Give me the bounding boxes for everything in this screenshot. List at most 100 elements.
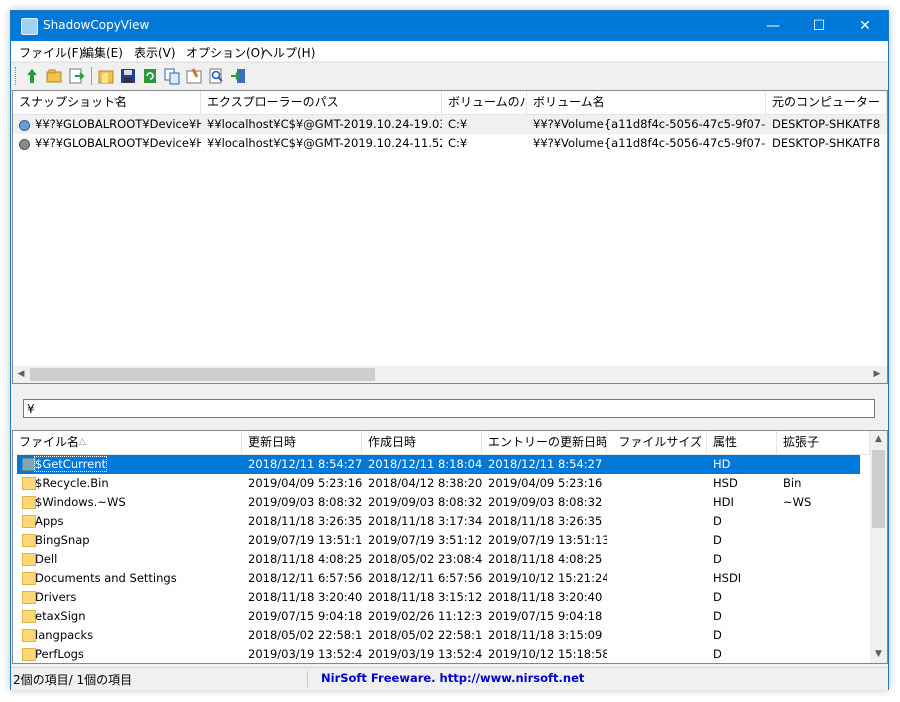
save-icon[interactable] <box>119 67 137 85</box>
table-row[interactable]: Drivers 2018/11/18 3:20:40 2018/11/18 3:15… <box>17 588 860 607</box>
col-modified[interactable]: 更新日時 <box>242 431 362 454</box>
scroll-down-icon[interactable]: ▼ <box>872 649 885 659</box>
copy-icon[interactable] <box>163 67 181 85</box>
extension-cell: ~WS <box>777 493 870 512</box>
created-cell-text: 2018/05/02 22:58:15 <box>368 628 482 642</box>
table-row[interactable]: $Recycle.Bin 2019/04/09 5:23:16 2018/04/12… <box>17 474 860 493</box>
col-explorer-path[interactable]: エクスプローラーのパス <box>201 91 442 114</box>
close-button[interactable]: ✕ <box>842 11 888 41</box>
modified-cell: 2019/04/09 5:23:16 <box>242 474 362 493</box>
attributes-cell-text: D <box>713 628 722 642</box>
table-row[interactable]: BingSnap 2019/07/19 13:51:13 2019/07/19 3:… <box>17 531 860 550</box>
file-name-cell: Dell <box>29 550 242 569</box>
scroll-thumb[interactable] <box>872 450 885 528</box>
maximize-button[interactable]: ☐ <box>796 11 842 41</box>
extension-cell <box>777 607 870 626</box>
snapshot-row[interactable]: ¥¥?¥GLOBALROOT¥Device¥H... ¥¥localhost¥C… <box>13 115 887 134</box>
title-bar[interactable]: ShadowCopyView — ☐ ✕ <box>11 11 888 41</box>
col-snapshot-name[interactable]: スナップショット名 ▽ <box>13 91 201 114</box>
modified-cell-text: 2018/11/18 3:20:40 <box>248 590 362 604</box>
folder-icon[interactable] <box>97 67 115 85</box>
attributes-cell: HSD <box>707 474 777 493</box>
file-size-cell <box>607 550 707 569</box>
file-vscrollbar[interactable]: ▲ ▼ <box>870 431 887 663</box>
snapshot-row[interactable]: ¥¥?¥GLOBALROOT¥Device¥H... ¥¥localhost¥C… <box>13 134 887 153</box>
open-icon[interactable] <box>45 67 63 85</box>
nirsoft-link[interactable]: NirSoft Freeware. http://www.nirsoft.net <box>321 671 584 685</box>
col-attributes[interactable]: 属性 <box>707 431 777 454</box>
window-title: ShadowCopyView <box>43 18 150 32</box>
table-row[interactable]: langpacks 2018/05/02 22:58:15 2018/05/02 2… <box>17 626 860 645</box>
explorer-path-cell: ¥¥localhost¥C$¥@GMT-2019.10.24-11.52.56 <box>207 136 442 150</box>
modified-cell: 2019/03/19 13:52:43 <box>242 645 362 663</box>
up-folder-icon[interactable] <box>23 67 41 85</box>
attributes-cell-text: HD <box>713 457 731 471</box>
file-name-cell-text: Documents and Settings <box>35 571 177 585</box>
extension-cell <box>777 626 870 645</box>
attributes-cell: HD <box>707 455 777 474</box>
extension-cell <box>777 645 870 663</box>
col-file-name[interactable]: ファイル名 △ <box>13 431 242 454</box>
file-size-cell <box>607 474 707 493</box>
find-icon[interactable] <box>207 67 225 85</box>
modified-cell-text: 2018/12/11 6:57:56 <box>248 571 362 585</box>
file-list[interactable]: ファイル名 △ 更新日時 作成日時 エントリーの更新日時 ファイルサイズ 属性 拡… <box>12 430 888 664</box>
col-file-size[interactable]: ファイルサイズ <box>607 431 707 454</box>
table-row[interactable]: $Windows.~WS 2019/09/03 8:08:32 2019/09/03… <box>17 493 860 512</box>
col-entry-modified[interactable]: エントリーの更新日時 <box>482 431 607 454</box>
scroll-up-icon[interactable]: ▲ <box>872 434 885 444</box>
created-cell-text: 2018/12/11 6:57:56 <box>368 571 482 585</box>
menu-help[interactable]: ヘルプ(H) <box>261 44 315 61</box>
created-cell-text: 2018/12/11 8:18:04 <box>368 457 482 471</box>
attributes-cell: D <box>707 588 777 607</box>
minimize-button[interactable]: — <box>750 11 796 41</box>
toolbar <box>11 62 888 91</box>
modified-cell-text: 2018/11/18 3:26:35 <box>248 514 362 528</box>
attributes-cell: D <box>707 645 777 663</box>
table-row[interactable]: PerfLogs 2019/03/19 13:52:43 2019/03/19 13… <box>17 645 860 663</box>
attributes-cell: HDI <box>707 493 777 512</box>
menu-file[interactable]: ファイル(F) <box>19 44 83 61</box>
scroll-thumb[interactable] <box>30 368 375 381</box>
col-extension[interactable]: 拡張子 <box>777 431 870 454</box>
attributes-cell: D <box>707 512 777 531</box>
export-icon[interactable] <box>67 67 85 85</box>
entry-modified-cell: 2018/11/18 4:08:25 <box>482 550 607 569</box>
menu-options[interactable]: オプション(O) <box>186 44 265 61</box>
file-name-cell: $GetCurrent <box>29 455 242 474</box>
menu-edit[interactable]: 編集(E) <box>82 44 123 61</box>
file-name-cell: etaxSign <box>29 607 242 626</box>
col-volume-path[interactable]: ボリュームのパス <box>442 91 527 114</box>
col-created[interactable]: 作成日時 <box>362 431 482 454</box>
file-name-cell-text: Dell <box>35 552 58 566</box>
table-row[interactable]: Dell 2018/11/18 4:08:25 2018/05/02 23:08:4… <box>17 550 860 569</box>
table-row[interactable]: etaxSign 2019/07/15 9:04:18 2019/02/26 11:… <box>17 607 860 626</box>
refresh-icon[interactable] <box>141 67 159 85</box>
snapshot-hscrollbar[interactable]: ◀ ▶ <box>13 366 887 383</box>
created-cell-text: 2019/09/03 8:08:32 <box>368 495 482 509</box>
table-row[interactable]: $GetCurrent 2018/12/11 8:54:27 2018/12/11 … <box>17 455 860 474</box>
menu-view[interactable]: 表示(V) <box>134 44 176 61</box>
snapshot-list[interactable]: スナップショット名▽ エクスプローラーのパス ボリュームのパス ボリューム名 元… <box>12 90 888 384</box>
entry-modified-cell-text: 2018/11/18 4:08:25 <box>488 552 603 566</box>
table-row[interactable]: Apps 2018/11/18 3:26:35 2018/11/18 3:17:34… <box>17 512 860 531</box>
extension-cell <box>777 455 870 474</box>
extension-cell <box>777 512 870 531</box>
attributes-cell-text: D <box>713 552 722 566</box>
scroll-right-icon[interactable]: ▶ <box>871 369 883 379</box>
col-file-name-label: ファイル名 <box>19 435 80 449</box>
file-name-cell-text: $Recycle.Bin <box>35 476 109 490</box>
col-original-computer[interactable]: 元のコンピューター <box>766 91 887 114</box>
properties-icon[interactable] <box>185 67 203 85</box>
status-bar: 2個の項目/ 1個の項目 NirSoft Freeware. http://ww… <box>11 667 888 690</box>
table-row[interactable]: Documents and Settings 2018/12/11 6:57:56… <box>17 569 860 588</box>
modified-cell: 2018/11/18 4:08:25 <box>242 550 362 569</box>
exit-icon[interactable] <box>229 67 247 85</box>
col-volume-name[interactable]: ボリューム名 <box>527 91 766 114</box>
toolbar-grip[interactable] <box>15 67 18 85</box>
entry-modified-cell-text: 2019/07/15 9:04:18 <box>488 609 603 623</box>
explorer-path-cell: ¥¥localhost¥C$¥@GMT-2019.10.24-19.03.38 <box>207 117 442 131</box>
volume-name-cell: ¥¥?¥Volume{a11d8f4c-5056-47c5-9f07-a3... <box>533 136 766 150</box>
scroll-left-icon[interactable]: ◀ <box>15 369 27 379</box>
path-field[interactable]: ¥ <box>23 399 875 418</box>
